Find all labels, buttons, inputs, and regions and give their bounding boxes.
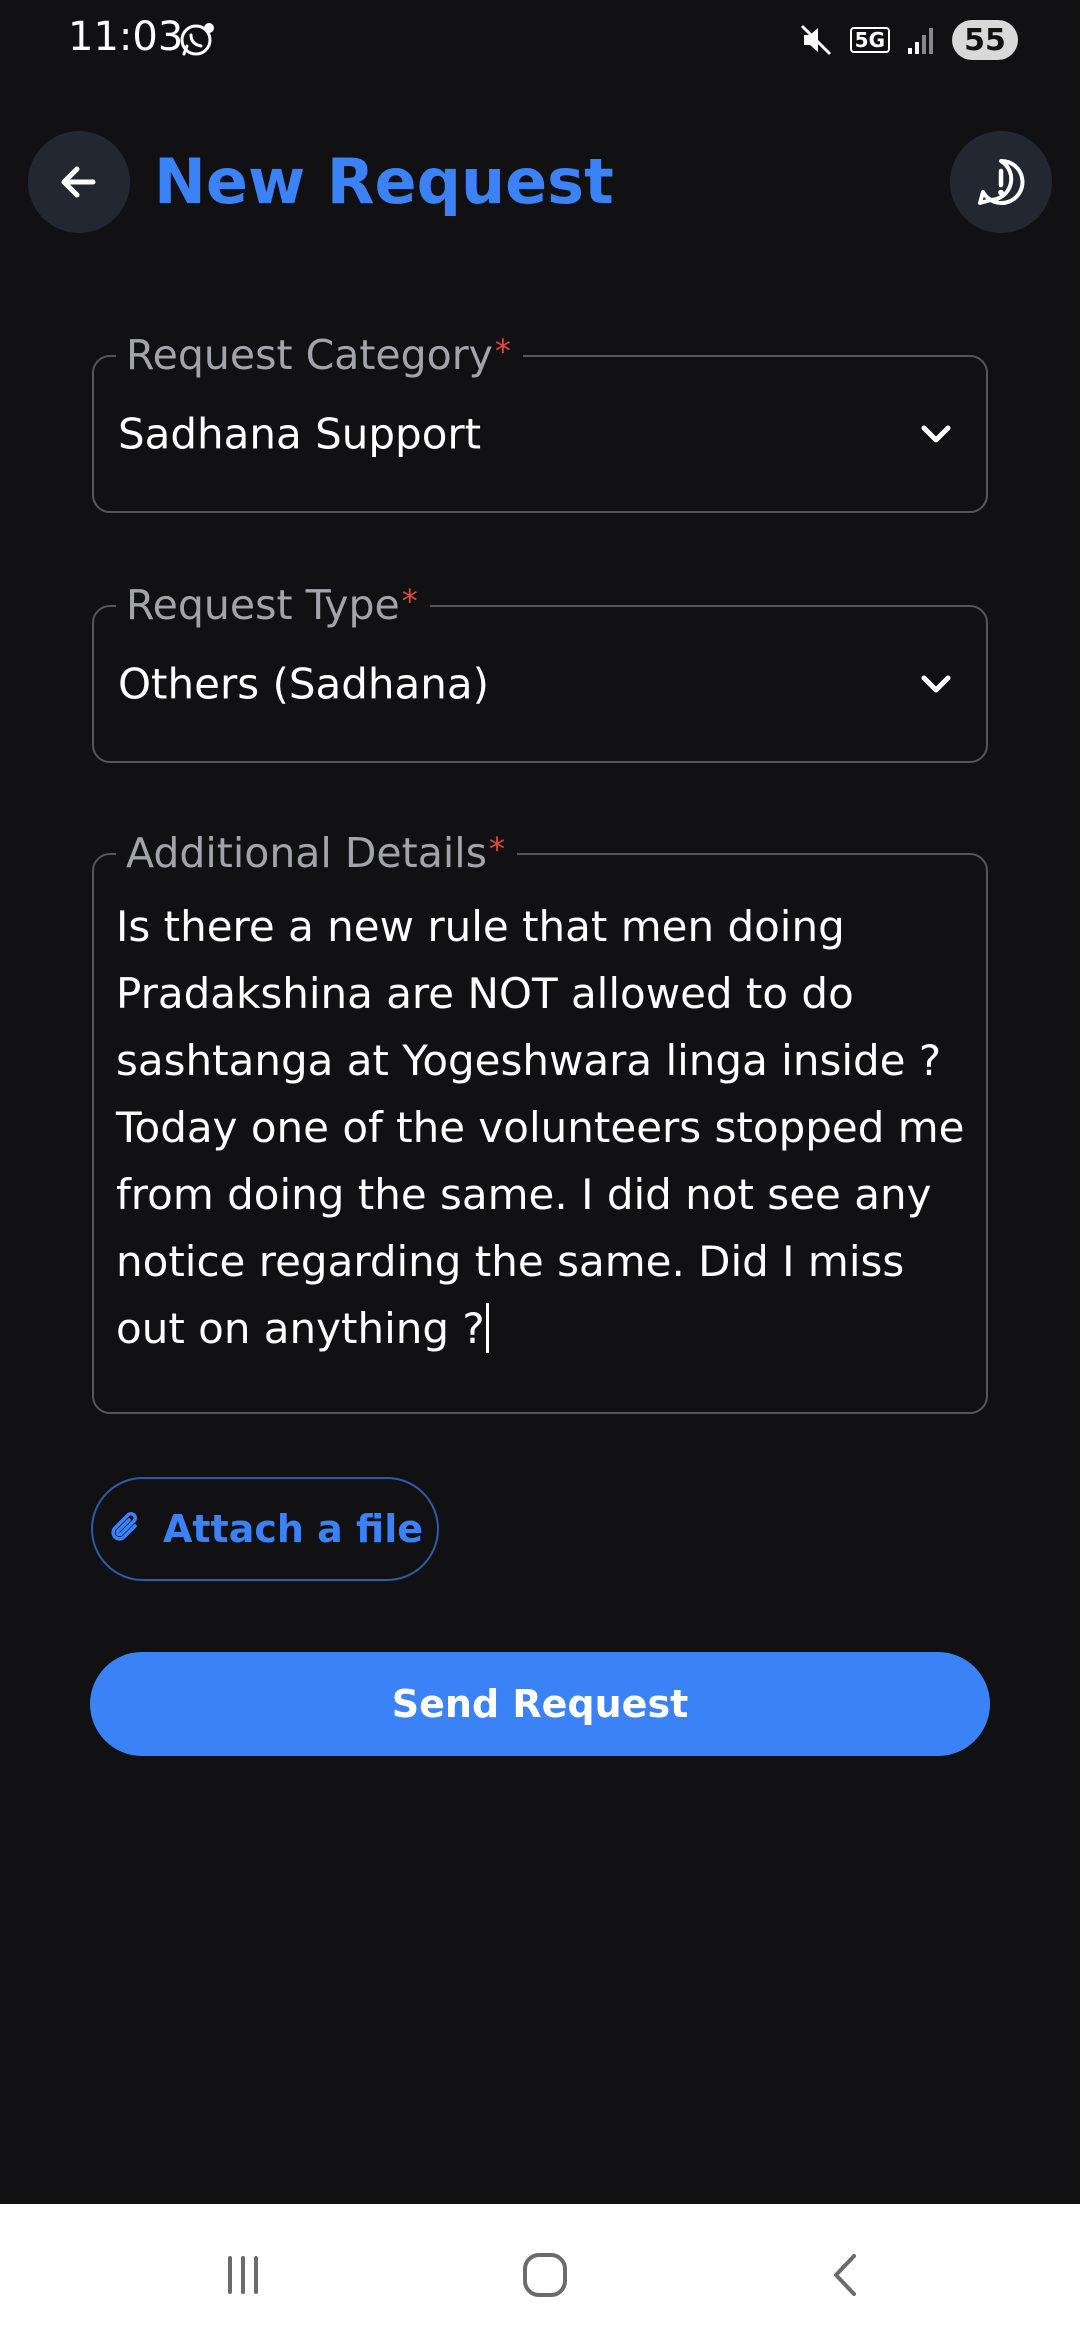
additional-details-text: Is there a new rule that men doing Prada… xyxy=(116,902,978,1353)
additional-details-label: Additional Details* xyxy=(116,825,517,881)
paperclip-icon xyxy=(111,1512,137,1541)
back-button[interactable] xyxy=(28,131,130,233)
home-icon xyxy=(523,2253,567,2297)
request-category-label: Request Category* xyxy=(116,327,523,383)
status-bar: 11:03 5G 55 xyxy=(0,0,1080,80)
recent-apps-icon xyxy=(228,2256,258,2294)
required-mark: * xyxy=(401,582,418,620)
request-type-value: Others (Sadhana) xyxy=(118,659,490,709)
arrow-left-icon xyxy=(61,166,96,198)
chevron-down-icon xyxy=(921,425,951,443)
back-icon xyxy=(834,2254,856,2296)
home-button[interactable] xyxy=(510,2240,580,2310)
alert-circle-icon xyxy=(978,158,1025,205)
request-category-select[interactable]: Request Category* Sadhana Support xyxy=(92,327,988,513)
required-mark: * xyxy=(494,332,511,370)
send-request-button[interactable]: Send Request xyxy=(90,1652,990,1756)
status-icons: 5G 55 xyxy=(798,18,1018,62)
request-type-label: Request Type* xyxy=(116,577,430,633)
required-mark: * xyxy=(489,830,505,868)
new-request-screen: 11:03 5G 55 New Request Request Category… xyxy=(0,0,1080,2340)
system-back-button[interactable] xyxy=(812,2240,882,2310)
text-cursor xyxy=(485,1303,489,1353)
whatsapp-icon xyxy=(180,23,214,56)
battery-indicator: 55 xyxy=(952,20,1018,60)
attach-file-button[interactable]: Attach a file xyxy=(91,1477,439,1581)
chevron-down-icon xyxy=(921,675,951,693)
page-title: New Request xyxy=(154,145,614,218)
mute-icon xyxy=(800,24,831,56)
recent-apps-button[interactable] xyxy=(208,2240,278,2310)
request-type-select[interactable]: Request Type* Others (Sadhana) xyxy=(92,577,988,763)
signal-icon xyxy=(908,28,933,54)
attach-file-label: Attach a file xyxy=(162,1507,424,1551)
send-request-label: Send Request xyxy=(391,1682,689,1726)
network-type: 5G xyxy=(849,27,890,53)
additional-details-textarea[interactable]: Additional Details* Is there a new rule … xyxy=(92,825,988,1414)
help-button[interactable] xyxy=(950,131,1052,233)
request-category-value: Sadhana Support xyxy=(118,409,482,459)
system-navigation-bar xyxy=(0,2204,1080,2340)
status-time: 11:03 xyxy=(68,14,184,60)
